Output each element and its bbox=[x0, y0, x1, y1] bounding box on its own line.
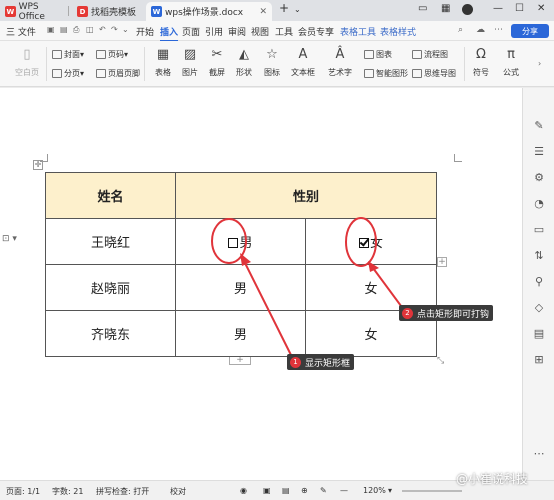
reader-icon[interactable]: ▭ bbox=[533, 224, 545, 236]
chart-icon[interactable]: ◔ bbox=[533, 198, 545, 210]
template-icon[interactable]: ▤ bbox=[533, 328, 545, 340]
zoom-dropdown-icon[interactable]: ▾ bbox=[388, 486, 392, 495]
tune-icon[interactable]: ⇅ bbox=[533, 250, 545, 262]
page-view-icon[interactable]: ▣ bbox=[263, 486, 271, 495]
annotation-arrow bbox=[372, 267, 405, 311]
pen-icon[interactable]: ✎ bbox=[533, 120, 545, 132]
right-sidebar: ✎ ☰ ⚙ ◔ ▭ ⇅ ⚲ ◇ ▤ ⊞ ⋯ bbox=[522, 88, 554, 480]
layout-view-icon[interactable]: ▤ bbox=[282, 486, 290, 495]
adjust-icon[interactable]: ⚙ bbox=[533, 172, 545, 184]
page-indicator[interactable]: 页面: 1/1 bbox=[6, 486, 40, 497]
zoom-slider[interactable] bbox=[402, 490, 462, 492]
shape-icon[interactable]: ◇ bbox=[533, 302, 545, 314]
watermark: @小崔说科技 bbox=[456, 472, 529, 486]
sliders-icon[interactable]: ☰ bbox=[533, 146, 545, 158]
tools-icon[interactable]: ⊞ bbox=[533, 354, 545, 366]
annotation-overlay bbox=[211, 217, 405, 358]
pin-icon[interactable]: ⚲ bbox=[533, 276, 545, 288]
proofread[interactable]: 校对 bbox=[170, 486, 186, 497]
web-view-icon[interactable]: ⊕ bbox=[301, 486, 308, 495]
arrow-head bbox=[368, 261, 379, 272]
edit-view-icon[interactable]: ✎ bbox=[320, 486, 327, 495]
zoom-level[interactable]: 120% bbox=[363, 486, 386, 495]
zoom-out-icon[interactable]: — bbox=[340, 486, 348, 495]
annotation-text: 显示矩形框 bbox=[305, 358, 351, 369]
annotation-arrow bbox=[243, 260, 293, 358]
arrow-head bbox=[240, 253, 251, 266]
highlight-circle bbox=[345, 217, 377, 267]
annotation-text: 点击矩形即可打钩 bbox=[417, 309, 490, 320]
spell-check[interactable]: 拼写检查: 打开 bbox=[96, 486, 149, 497]
eye-icon[interactable]: ◉ bbox=[240, 486, 247, 495]
annotation-number: 1 bbox=[290, 356, 301, 368]
annotation-number: 2 bbox=[402, 307, 413, 319]
more-icon[interactable]: ⋯ bbox=[533, 448, 545, 460]
word-count[interactable]: 字数: 21 bbox=[52, 486, 83, 497]
annotation-callout-1: 1 显示矩形框 bbox=[287, 354, 355, 370]
annotation-callout-2: 2 点击矩形即可打钩 bbox=[399, 305, 494, 321]
